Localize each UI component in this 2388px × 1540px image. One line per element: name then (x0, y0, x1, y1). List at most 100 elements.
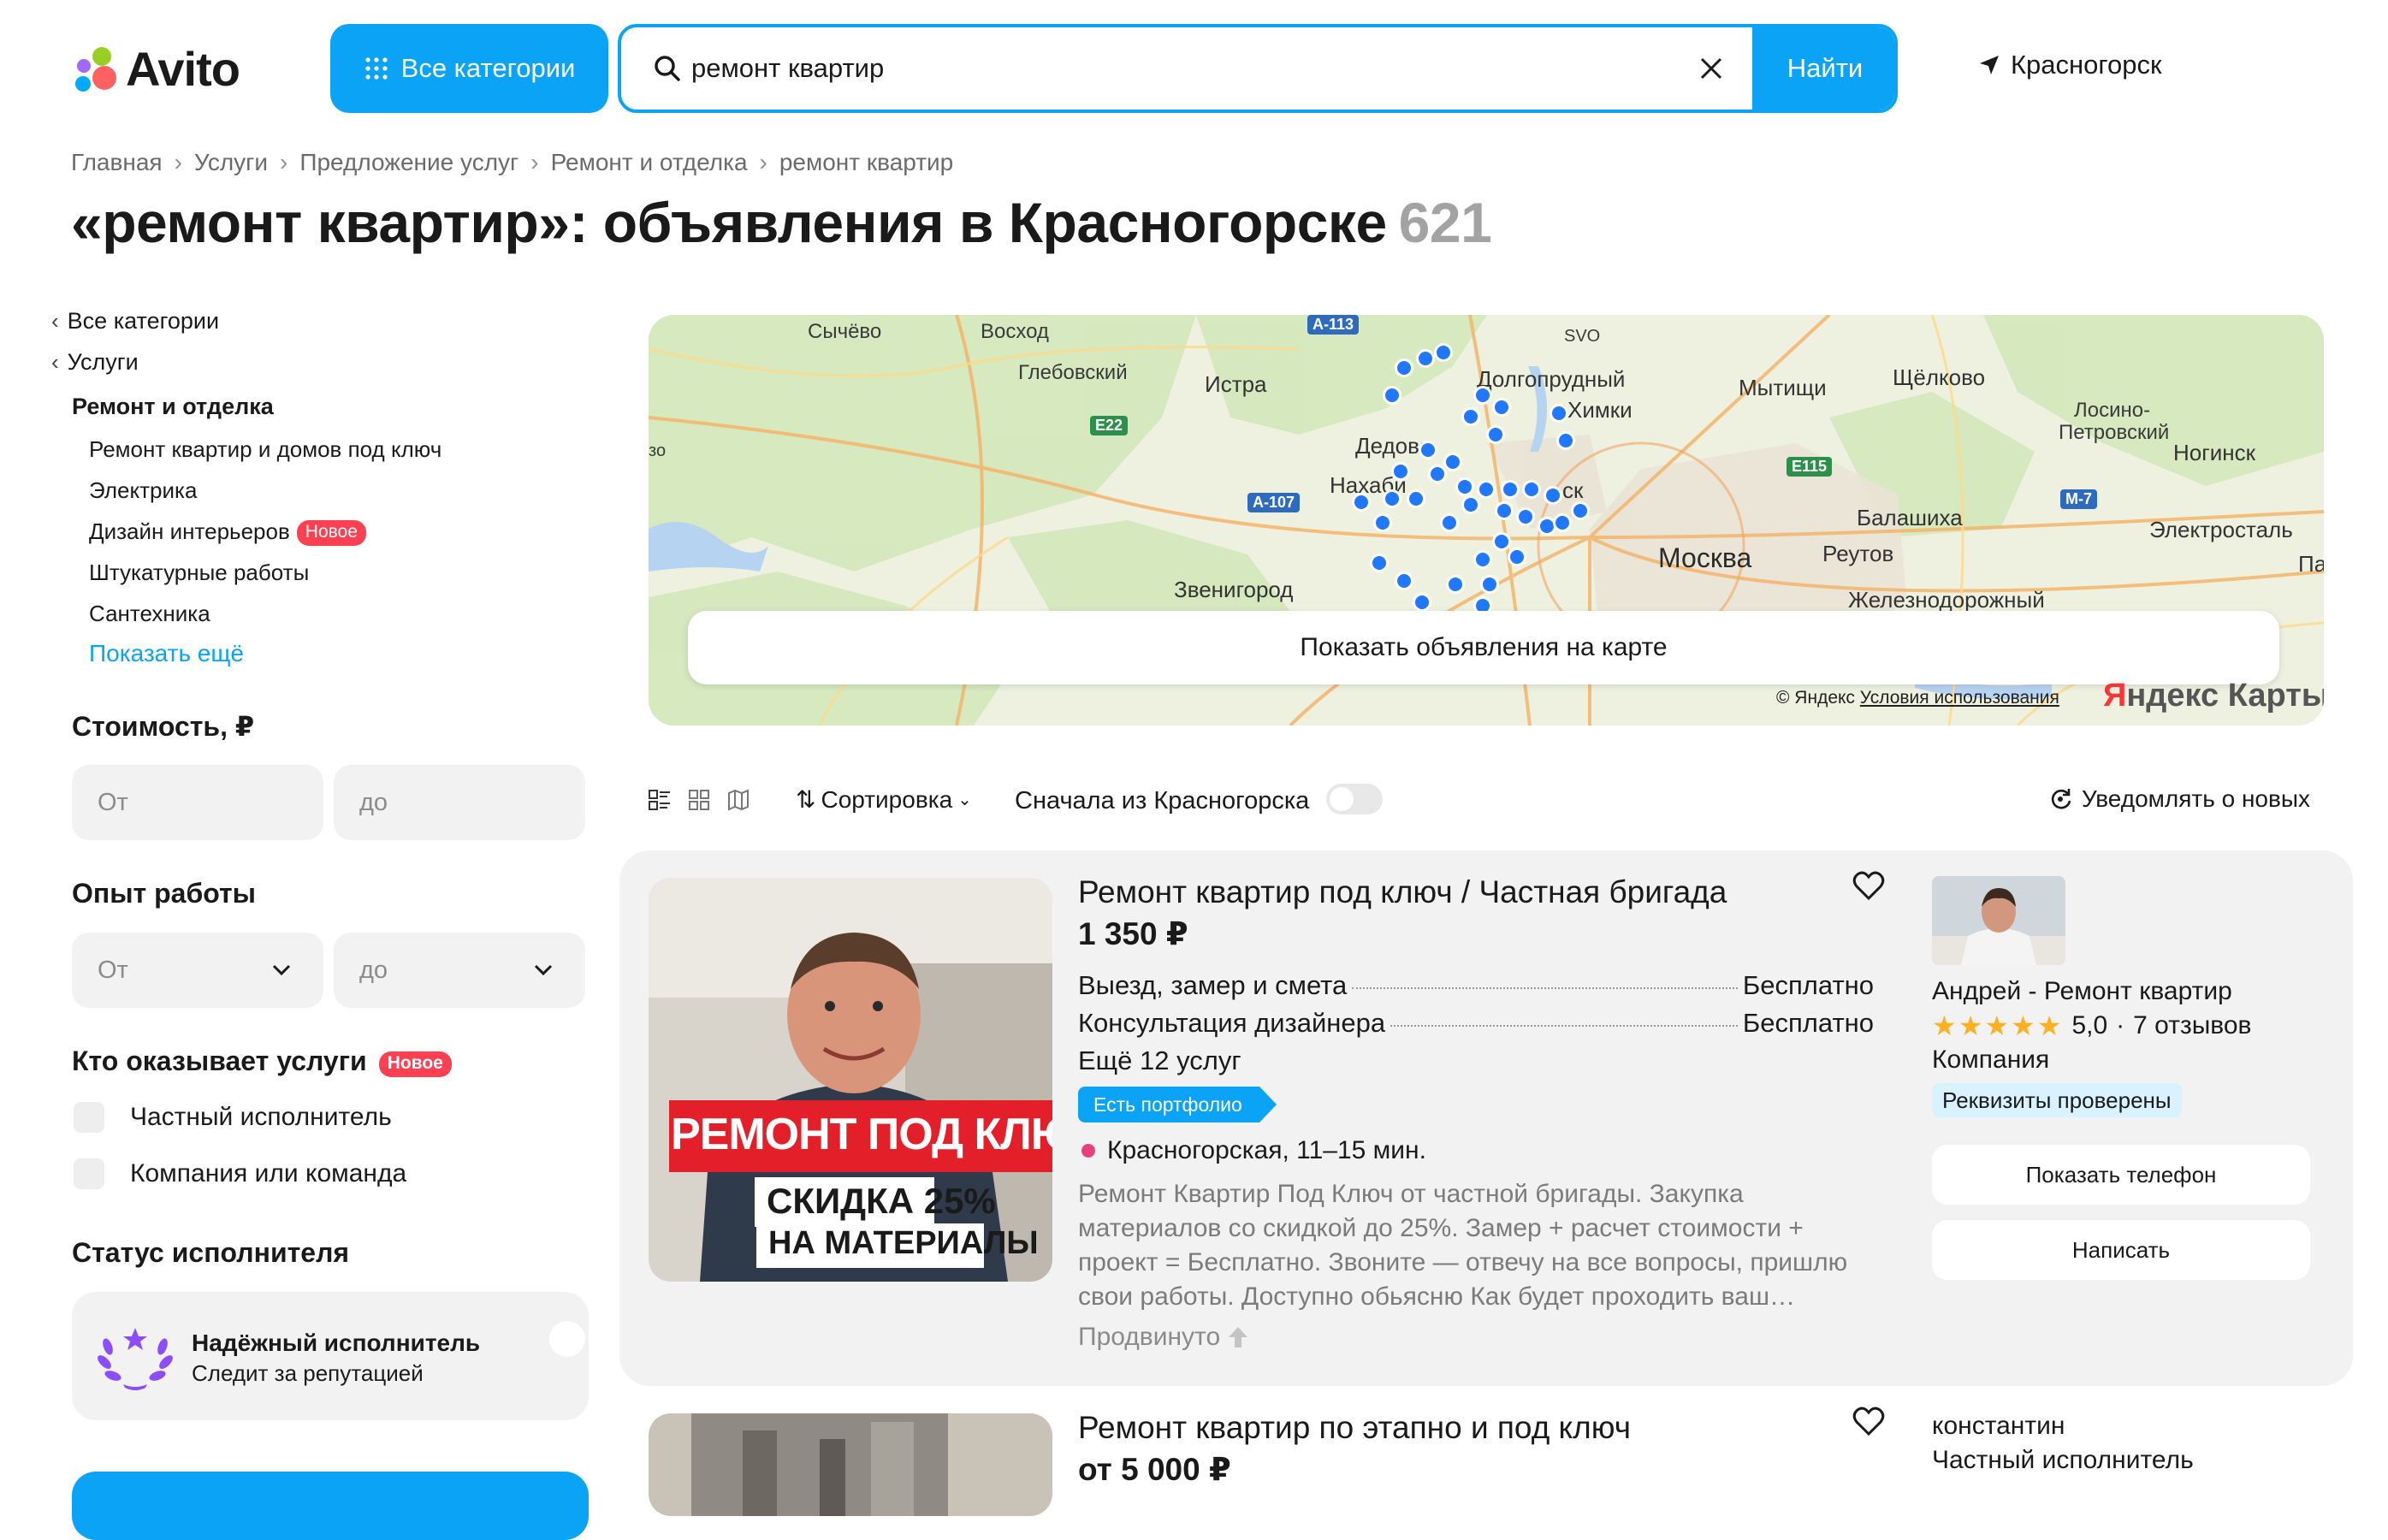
provider-company-checkbox[interactable]: Компания или команда (74, 1158, 406, 1189)
listing-marker[interactable] (1555, 431, 1575, 451)
listing-card[interactable]: РЕМОНТ ПОД КЛЮЧ СКИДКА 25% НА МАТЕРИАЛЫ … (619, 850, 2353, 1386)
breadcrumb-item[interactable]: Услуги (194, 149, 268, 176)
chevron-down-icon: ⌄ (957, 791, 972, 809)
breadcrumb: Главная › Услуги › Предложение услуг › Р… (71, 149, 953, 176)
listing-marker[interactable] (1352, 492, 1372, 512)
breadcrumb-item[interactable]: Предложение услуг (299, 149, 518, 176)
write-message-button[interactable]: Написать (1932, 1220, 2310, 1280)
listing-marker[interactable] (1507, 547, 1526, 566)
results-count: 621 (1398, 191, 1492, 254)
listing-marker[interactable] (1370, 553, 1390, 572)
breadcrumb-item[interactable]: ремонт квартир (779, 149, 953, 176)
listing-marker[interactable] (1485, 425, 1505, 445)
breadcrumb-item[interactable]: Главная (71, 149, 163, 176)
sort-dropdown[interactable]: ⇅ Сортировка ⌄ (796, 785, 972, 814)
search-bar: Найти (618, 24, 1898, 113)
price-from-input[interactable]: От (72, 765, 323, 840)
laurel-wreath-icon (98, 1328, 173, 1390)
show-more-link[interactable]: Показать ещё (89, 640, 244, 667)
show-on-map-button[interactable]: Показать объявления на карте (688, 611, 2279, 684)
search-input[interactable] (691, 27, 1632, 110)
provider-private-checkbox[interactable]: Частный исполнитель (74, 1102, 392, 1133)
results-toolbar: ⇅ Сортировка ⌄ Сначала из Красногорска У… (649, 779, 2324, 821)
all-categories-label: Все категории (400, 53, 576, 83)
heart-icon[interactable] (1852, 1405, 1886, 1439)
listing-marker[interactable] (1394, 572, 1413, 591)
sort-label: Сортировка (821, 785, 953, 813)
reliable-toggle[interactable] (549, 1321, 585, 1357)
promo-text: НА МАТЕРИАЛЫ (768, 1225, 1039, 1261)
location-selector[interactable]: Красногорск (1978, 50, 2162, 80)
portfolio-badge: Есть портфолио (1078, 1087, 1277, 1122)
price-to-input[interactable]: до (334, 765, 585, 840)
provider-title-text: Кто оказывает услуги (72, 1045, 367, 1076)
listing-marker[interactable] (1491, 531, 1511, 551)
route-badge: A-107 (1247, 493, 1301, 512)
promoted-text: Продвинуто (1078, 1323, 1221, 1351)
more-services-link[interactable]: Ещё 12 услуг (1078, 1045, 1241, 1076)
listing-marker[interactable] (1382, 489, 1401, 508)
back-to-services[interactable]: ‹ Услуги (51, 349, 139, 376)
search-button[interactable]: Найти (1752, 27, 1894, 110)
subcategory-item[interactable]: Ремонт квартир и домов под ключ (89, 436, 441, 463)
promoted-label: Продвинуто (1078, 1323, 1249, 1352)
grid-view-icon[interactable] (688, 789, 710, 811)
avito-logo[interactable]: Avito (71, 38, 240, 99)
listing-marker[interactable] (1455, 477, 1475, 496)
seller-name[interactable]: Андрей - Ремонт квартир (1932, 977, 2232, 1006)
seller-rating[interactable]: ★★★★★ 5,0 · 7 отзывов (1932, 1010, 2251, 1042)
krasnogorsk-first-toggle[interactable] (1326, 784, 1383, 814)
subcategory-item[interactable]: Штукатурные работы (89, 560, 309, 586)
listing-marker[interactable] (1394, 358, 1413, 377)
list-view-icon[interactable] (649, 789, 671, 811)
map-preview[interactable]: Сычёво Восход Глебовский Истра SVO Долго… (649, 315, 2324, 726)
listing-marker[interactable] (1491, 398, 1511, 418)
all-categories-button[interactable]: Все категории (330, 24, 608, 113)
dotted-leader (1390, 1025, 1738, 1027)
experience-from-select[interactable]: От (72, 933, 323, 1008)
show-phone-button[interactable]: Показать телефон (1932, 1145, 2310, 1205)
listing-card[interactable]: Ремонт квартир по этапно и под ключ от 5… (619, 1386, 2353, 1516)
listing-marker[interactable] (1407, 489, 1426, 508)
subcategory-item[interactable]: Электрика (89, 477, 197, 504)
listing-title[interactable]: Ремонт квартир по этапно и под ключ (1078, 1410, 1631, 1446)
back-all-label: Все категории (67, 308, 220, 334)
notify-new-button[interactable]: Уведомлять о новых (2049, 785, 2310, 813)
checkbox[interactable] (74, 1102, 104, 1133)
map-label: Балашиха (1857, 505, 1963, 530)
terms-link[interactable]: Условия использования (1860, 688, 2059, 708)
map-view-icon[interactable] (727, 789, 750, 811)
listing-marker[interactable] (1479, 574, 1499, 594)
map-label: Железнодорожный (1848, 587, 2045, 613)
rating-value: 5,0 (2071, 1011, 2108, 1040)
breadcrumb-item[interactable]: Ремонт и отделка (551, 149, 748, 176)
listing-marker[interactable] (1382, 385, 1401, 405)
subcategory-item[interactable]: Сантехника (89, 601, 210, 627)
listing-marker[interactable] (1446, 574, 1466, 594)
checkbox[interactable] (74, 1158, 104, 1189)
notify-label: Уведомлять о новых (2082, 785, 2310, 812)
clear-icon[interactable] (1698, 55, 1725, 82)
back-to-all-categories[interactable]: ‹ Все категории (51, 308, 219, 335)
map-copyright: © Яндекс Условия использования (1776, 688, 2059, 708)
listing-marker[interactable] (1415, 349, 1435, 369)
heart-icon[interactable] (1852, 869, 1886, 903)
apply-filters-button[interactable] (72, 1472, 589, 1540)
service-row: Консультация дизайнера Бесплатно (1078, 1008, 1874, 1039)
subcategory-item-design[interactable]: Дизайн интерьеров Новое (89, 518, 366, 546)
search-icon (655, 56, 680, 81)
listing-marker[interactable] (1461, 406, 1481, 426)
avatar[interactable] (1932, 876, 2065, 965)
listing-title[interactable]: Ремонт квартир под ключ / Частная бригад… (1078, 874, 1727, 910)
map-label: ск (1562, 477, 1584, 503)
new-badge: Новое (378, 1051, 452, 1077)
listing-photo[interactable] (649, 1413, 1052, 1516)
listing-photo[interactable]: РЕМОНТ ПОД КЛЮЧ СКИДКА 25% НА МАТЕРИАЛЫ (649, 878, 1052, 1282)
listing-marker[interactable] (1443, 453, 1462, 472)
reliable-executor-filter[interactable]: Надёжный исполнитель Следит за репутацие… (72, 1292, 589, 1420)
verified-badge: Реквизиты проверены (1932, 1083, 2182, 1117)
seller-name[interactable]: константин (1932, 1412, 2065, 1441)
experience-to-select[interactable]: до (334, 933, 585, 1008)
seller-photo (1932, 876, 2065, 965)
route-badge: E22 (1090, 416, 1129, 435)
